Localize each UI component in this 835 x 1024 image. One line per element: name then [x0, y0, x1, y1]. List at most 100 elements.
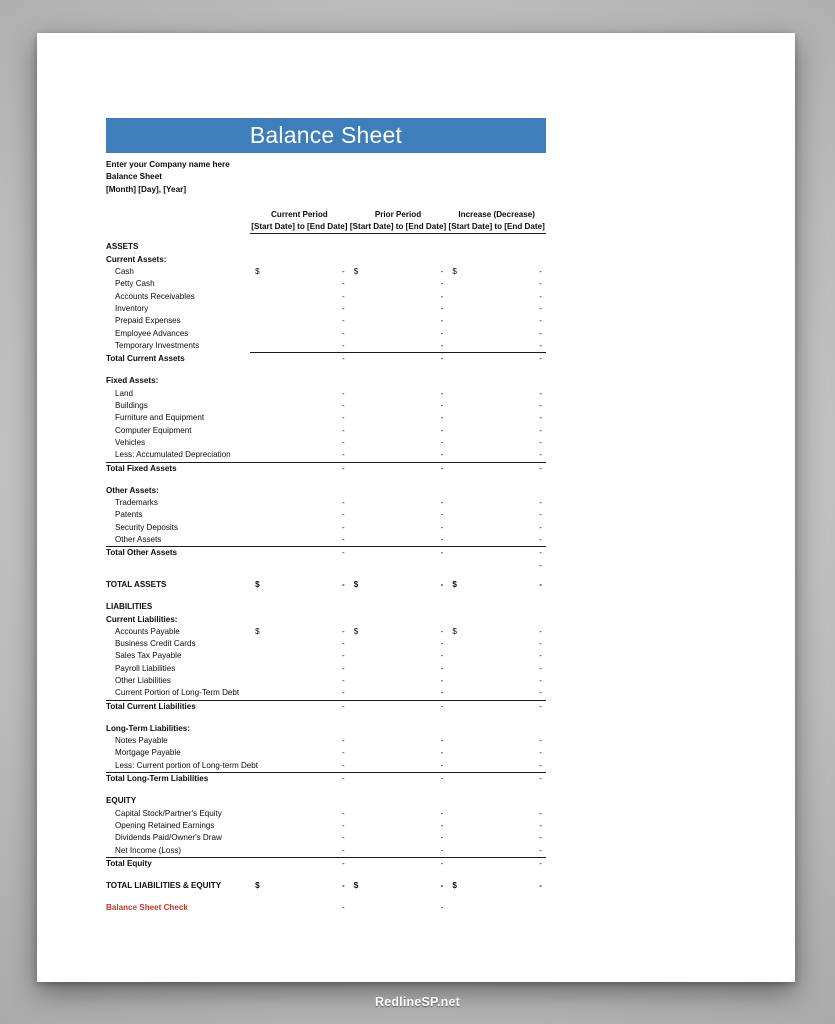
value-increase[interactable]: -: [447, 663, 546, 675]
value-prior[interactable]: -: [349, 400, 448, 412]
value-prior[interactable]: -: [349, 497, 448, 509]
value-current[interactable]: -: [250, 832, 349, 844]
value-prior[interactable]: -: [349, 832, 448, 844]
value-prior[interactable]: -: [349, 437, 448, 449]
value-increase[interactable]: -: [447, 687, 546, 700]
value-prior[interactable]: -: [349, 291, 448, 303]
value-prior[interactable]: -: [349, 278, 448, 290]
value-current[interactable]: -: [250, 663, 349, 675]
value-increase[interactable]: -: [447, 315, 546, 327]
value-current[interactable]: $ -: [250, 626, 349, 638]
value-increase[interactable]: -: [447, 340, 546, 353]
value-increase[interactable]: -: [447, 845, 546, 858]
value-current[interactable]: -: [250, 534, 349, 547]
value-increase[interactable]: -: [447, 808, 546, 820]
value-prior[interactable]: -: [349, 747, 448, 759]
value-current[interactable]: $ -: [250, 266, 349, 278]
value-current[interactable]: -: [250, 820, 349, 832]
value-current[interactable]: -: [250, 808, 349, 820]
value-current[interactable]: -: [250, 747, 349, 759]
value-increase[interactable]: -: [447, 747, 546, 759]
value-prior[interactable]: -: [349, 509, 448, 521]
value-current[interactable]: -: [250, 328, 349, 340]
value-current[interactable]: -: [250, 388, 349, 400]
value-current[interactable]: -: [250, 650, 349, 662]
value-prior[interactable]: $ -: [349, 266, 448, 278]
value-increase[interactable]: -: [447, 534, 546, 547]
value-prior[interactable]: -: [349, 735, 448, 747]
value-increase[interactable]: -: [447, 650, 546, 662]
value-prior[interactable]: -: [349, 303, 448, 315]
value-current[interactable]: -: [250, 497, 349, 509]
value-increase[interactable]: -: [447, 820, 546, 832]
value-prior[interactable]: -: [349, 820, 448, 832]
value-prior[interactable]: $ -: [349, 626, 448, 638]
value-prior[interactable]: -: [349, 449, 448, 462]
value-prior[interactable]: -: [349, 650, 448, 662]
value-prior[interactable]: -: [349, 663, 448, 675]
value-prior[interactable]: -: [349, 328, 448, 340]
value-increase[interactable]: -: [447, 522, 546, 534]
row-label: Vehicles: [115, 437, 146, 447]
value-prior[interactable]: -: [349, 315, 448, 327]
total-current: -: [250, 461, 349, 475]
value-current[interactable]: -: [250, 675, 349, 687]
value-increase[interactable]: $ -: [447, 626, 546, 638]
value-current[interactable]: -: [250, 449, 349, 462]
total-prior: -: [348, 772, 448, 786]
column-range-current: [Start Date] to [End Date]: [250, 221, 349, 235]
value-prior[interactable]: -: [349, 845, 448, 858]
table-row: Vehicles - - -: [106, 437, 546, 449]
total-increase: -: [447, 352, 546, 366]
value-prior[interactable]: -: [349, 808, 448, 820]
value-prior[interactable]: -: [349, 340, 448, 353]
value-increase[interactable]: -: [447, 400, 546, 412]
value-current[interactable]: -: [250, 522, 349, 534]
value-current[interactable]: -: [250, 400, 349, 412]
value-prior[interactable]: -: [349, 522, 448, 534]
value-current[interactable]: -: [250, 735, 349, 747]
value-increase[interactable]: -: [447, 638, 546, 650]
total-prior: -: [348, 461, 448, 475]
value-current[interactable]: -: [250, 291, 349, 303]
value-current[interactable]: -: [250, 760, 349, 773]
value-prior[interactable]: -: [349, 760, 448, 773]
value-increase[interactable]: -: [447, 425, 546, 437]
total-equity-label: Total Equity: [106, 856, 251, 871]
value-increase[interactable]: -: [447, 832, 546, 844]
value-prior[interactable]: -: [349, 638, 448, 650]
section-header-equity: EQUITY: [106, 795, 546, 807]
value-increase[interactable]: -: [447, 449, 546, 462]
value-current[interactable]: -: [250, 509, 349, 521]
value-current[interactable]: -: [250, 412, 349, 424]
value-increase[interactable]: $ -: [447, 266, 546, 278]
value-increase[interactable]: -: [447, 388, 546, 400]
value-increase[interactable]: -: [447, 412, 546, 424]
value-current[interactable]: -: [250, 278, 349, 290]
value-prior[interactable]: -: [349, 534, 448, 547]
value-increase[interactable]: -: [447, 437, 546, 449]
value-increase[interactable]: -: [447, 509, 546, 521]
value-increase[interactable]: -: [447, 278, 546, 290]
value-increase[interactable]: -: [447, 735, 546, 747]
value-current[interactable]: -: [250, 845, 349, 858]
value-current[interactable]: -: [250, 687, 349, 700]
value-prior[interactable]: -: [349, 687, 448, 700]
value-increase[interactable]: -: [447, 760, 546, 773]
value-increase[interactable]: -: [447, 497, 546, 509]
value-increase[interactable]: -: [447, 328, 546, 340]
value-prior[interactable]: -: [349, 675, 448, 687]
value-increase[interactable]: -: [447, 291, 546, 303]
value-prior[interactable]: -: [349, 412, 448, 424]
value-prior[interactable]: -: [349, 388, 448, 400]
value-increase[interactable]: -: [447, 675, 546, 687]
value-current[interactable]: -: [250, 437, 349, 449]
value-current[interactable]: -: [250, 340, 349, 353]
value-current[interactable]: -: [250, 315, 349, 327]
value-prior[interactable]: -: [349, 425, 448, 437]
value-current[interactable]: -: [250, 425, 349, 437]
value-current[interactable]: -: [250, 638, 349, 650]
value-increase[interactable]: -: [447, 303, 546, 315]
value-current[interactable]: -: [250, 303, 349, 315]
total-increase: -: [447, 461, 546, 475]
